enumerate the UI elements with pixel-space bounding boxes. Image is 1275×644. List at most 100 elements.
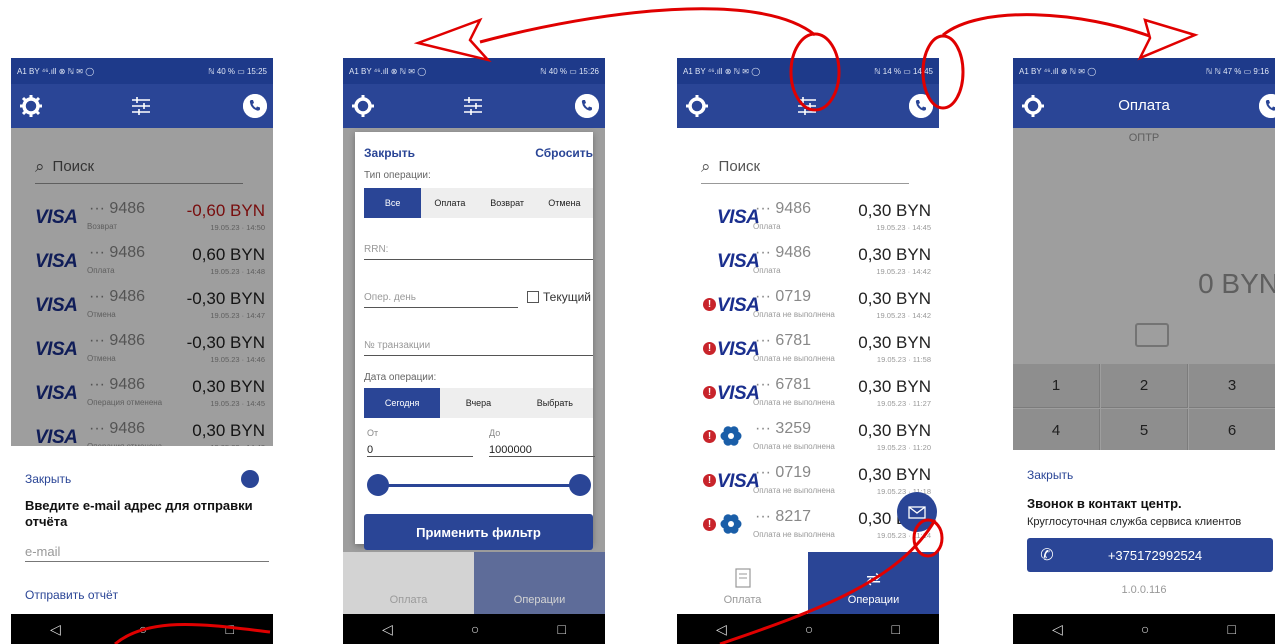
envelope-icon — [908, 505, 926, 519]
home-icon[interactable]: ○ — [139, 621, 147, 637]
status-left: A1 BY ⁴⁶.ıll ⊗ ℕ ✉ ◯ — [683, 66, 761, 76]
date-today[interactable]: Сегодня — [364, 388, 441, 418]
back-icon[interactable]: ◁ — [716, 621, 727, 638]
rrn-field[interactable]: RRN: — [364, 244, 593, 260]
bottom-tabs: Оплата ⇄ Операции — [677, 552, 939, 614]
email-fab[interactable] — [897, 492, 937, 532]
close-link[interactable]: Закрыть — [25, 472, 71, 486]
transaction-row[interactable]: ! VISA ··· 0719 Оплата не выполнена 0,30 BYN… — [677, 284, 939, 328]
date-yesterday[interactable]: Вчера — [440, 388, 516, 418]
transaction-row[interactable]: VISA ··· 9486 Оплата 0,30 BYN 19.05.23 · 14:… — [677, 240, 939, 284]
system-nav-bar: ◁ ○ □ — [343, 614, 605, 644]
oper-day-field[interactable]: Опер. день — [364, 292, 518, 308]
phone-screen-2: A1 BY ⁴⁶.ıll ⊗ ℕ ✉ ◯ ℕ 40 % ▭ 15:26 Оплат… — [343, 58, 605, 644]
transaction-row[interactable]: ! VISA ··· 6781 Оплата не выполнена 0,30 BYN… — [677, 372, 939, 416]
op-type-payment[interactable]: Оплата — [421, 188, 478, 218]
error-icon: ! — [703, 430, 716, 443]
phone-call-icon[interactable] — [1259, 94, 1275, 118]
op-type-all[interactable]: Все — [364, 188, 422, 218]
recent-apps-icon[interactable]: □ — [891, 621, 899, 637]
transaction-number-placeholder: № транзакции — [364, 340, 431, 351]
send-report-button[interactable]: Отправить отчёт — [25, 588, 118, 602]
date-label: Дата операции: — [364, 372, 437, 383]
error-icon: ! — [703, 474, 716, 487]
from-label: От — [367, 428, 379, 438]
date-time: 19.05.23 · 11:27 — [876, 399, 931, 408]
current-label: Текущий — [543, 290, 591, 304]
search-field[interactable]: ⌕ Поиск — [701, 150, 909, 184]
system-nav-bar: ◁ ○ □ — [1013, 614, 1275, 644]
transaction-row[interactable]: ! VISA ··· 0719 Оплата не выполнена 0,30 BYN… — [677, 460, 939, 504]
arrow-to-filter-screen — [479, 7, 816, 44]
tab-payment[interactable]: Оплата — [343, 552, 474, 614]
filter-tune-icon[interactable] — [130, 96, 152, 116]
date-choose[interactable]: Выбрать — [517, 388, 593, 418]
status-left: A1 BY ⁴⁶.ıll ⊗ ℕ ✉ ◯ — [17, 66, 95, 76]
screen-title: Оплата — [1118, 97, 1170, 114]
amount-to-field[interactable]: 1000000 — [489, 444, 595, 457]
transaction-number-field[interactable]: № транзакции — [364, 340, 593, 356]
apply-filter-button[interactable]: Применить фильтр — [364, 514, 593, 550]
transaction-row[interactable]: VISA ··· 9486 Оплата 0,30 BYN 19.05.23 · 14:… — [677, 196, 939, 240]
app-version: 1.0.0.116 — [1121, 584, 1167, 596]
status-left: A1 BY ⁴⁶.ıll ⊗ ℕ ✉ ◯ — [349, 66, 427, 76]
filter-tune-icon[interactable] — [796, 96, 818, 116]
op-type-cancel[interactable]: Отмена — [536, 188, 593, 218]
phone-call-icon[interactable] — [575, 94, 599, 118]
phone-call-icon[interactable] — [241, 470, 259, 488]
back-icon[interactable]: ◁ — [50, 621, 61, 638]
date-segment: Сегодня Вчера Выбрать — [364, 388, 593, 418]
recent-apps-icon[interactable]: □ — [225, 621, 233, 637]
phone-call-icon[interactable] — [909, 94, 933, 118]
home-icon[interactable]: ○ — [1141, 621, 1149, 637]
phone-screen-4: A1 BY ⁴⁶.ıll ⊗ ℕ ✉ ◯ ℕ ℕ 47 % ▭ 9:16 Опла… — [1013, 58, 1275, 644]
close-link[interactable]: Закрыть — [1027, 468, 1073, 482]
slider-track — [375, 484, 583, 487]
home-icon[interactable]: ○ — [471, 621, 479, 637]
tab-payment-label: Оплата — [723, 594, 762, 606]
home-icon[interactable]: ○ — [805, 621, 813, 637]
filter-dialog: Закрыть Сбросить Тип операции: Все Оплат… — [355, 132, 595, 550]
error-icon: ! — [703, 386, 716, 399]
close-link[interactable]: Закрыть — [364, 146, 415, 160]
range-slider[interactable] — [367, 474, 591, 496]
card-number: ··· 9486 — [755, 244, 812, 261]
gear-icon[interactable] — [19, 94, 43, 118]
receipt-icon — [734, 568, 751, 588]
gear-icon[interactable] — [685, 94, 709, 118]
op-type-refund[interactable]: Возврат — [479, 188, 536, 218]
error-icon: ! — [703, 298, 716, 311]
tab-operations[interactable]: ⇄ Операции — [808, 552, 939, 614]
filter-tune-icon[interactable] — [462, 96, 484, 116]
call-phone-button[interactable]: ✆ +375172992524 — [1027, 538, 1273, 572]
oper-day-placeholder: Опер. день — [364, 292, 417, 303]
recent-apps-icon[interactable]: □ — [557, 621, 565, 637]
status-bar: A1 BY ⁴⁶.ıll ⊗ ℕ ✉ ◯ ℕ 40 % ▭ 15:26 — [343, 58, 605, 84]
status-bar: A1 BY ⁴⁶.ıll ⊗ ℕ ✉ ◯ ℕ ℕ 47 % ▭ 9:16 — [1013, 58, 1275, 84]
reset-link[interactable]: Сбросить — [535, 146, 593, 160]
transaction-row[interactable]: ! VISA ··· 6781 Оплата не выполнена 0,30 BYN… — [677, 328, 939, 372]
tab-payment[interactable]: Оплата — [677, 552, 808, 614]
status-right: ℕ 40 % ▭ 15:26 — [540, 66, 599, 76]
operation-status: Оплата не выполнена — [753, 310, 835, 319]
status-right: ℕ ℕ 47 % ▭ 9:16 — [1205, 66, 1269, 76]
date-time: 19.05.23 · 11:14 — [876, 531, 931, 540]
phone-call-icon[interactable] — [243, 94, 267, 118]
transaction-row[interactable]: ! ··· 3259 Оплата не выполнена 0,30 BYN 19.0… — [677, 416, 939, 460]
email-field[interactable]: e-mail — [25, 544, 269, 562]
swap-arrows-icon: ⇄ — [865, 569, 882, 589]
back-icon[interactable]: ◁ — [1052, 621, 1063, 638]
belcard-logo-icon — [720, 426, 742, 446]
call-phone-number: +375172992524 — [1107, 547, 1203, 563]
gear-icon[interactable] — [351, 94, 375, 118]
op-type-label: Тип операции: — [364, 170, 431, 181]
recent-apps-icon[interactable]: □ — [1227, 621, 1235, 637]
date-time: 19.05.23 · 14:42 — [876, 311, 931, 320]
current-checkbox[interactable]: Текущий — [527, 290, 591, 304]
amount-from-field[interactable]: 0 — [367, 444, 473, 457]
back-icon[interactable]: ◁ — [382, 621, 393, 638]
slider-max-handle[interactable] — [569, 474, 591, 496]
tab-operations[interactable]: Операции — [474, 552, 605, 614]
sheet-title: Введите e-mail адрес для отправки отчёта — [25, 498, 253, 529]
slider-min-handle[interactable] — [367, 474, 389, 496]
